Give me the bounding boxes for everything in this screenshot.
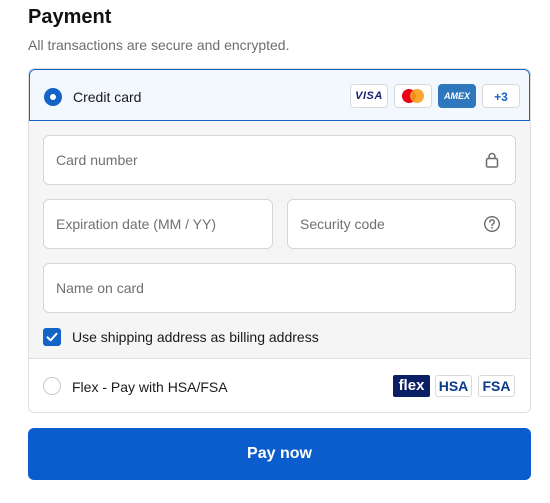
flex-label: Flex - Pay with HSA/FSA [72,379,228,395]
help-circle-icon[interactable] [483,215,501,233]
more-brands-text: +3 [494,90,508,104]
credit-card-form: Use shipping address as billing address [29,121,530,359]
name-on-card-field[interactable] [43,263,516,313]
lock-icon [485,152,499,168]
credit-card-option[interactable]: Credit card VISA AMEX +3 [29,69,530,121]
payment-methods-panel: Credit card VISA AMEX +3 Card number Exp… [28,68,531,413]
page-subtitle: All transactions are secure and encrypte… [28,37,290,53]
expiration-date-field[interactable] [43,199,273,249]
flex-logo-icon: flex [393,375,430,397]
credit-card-radio[interactable] [44,88,62,106]
security-code-field[interactable] [287,199,516,249]
amex-logo-text: AMEX [443,91,470,101]
amex-logo-icon: AMEX [438,84,476,108]
billing-address-label[interactable]: Use shipping address as billing address [72,329,319,345]
billing-address-checkbox[interactable] [43,328,61,346]
page-title: Payment [28,6,112,28]
fsa-badge: FSA [478,375,515,397]
mastercard-orange-circle [410,89,424,103]
name-on-card-input[interactable] [44,264,515,312]
hsa-badge: HSA [435,375,472,397]
expiration-date-input[interactable] [44,200,272,248]
card-number-field[interactable] [43,135,516,185]
flex-hsa-fsa-option[interactable]: Flex - Pay with HSA/FSA flex HSA FSA [29,359,530,412]
card-number-input[interactable] [44,136,515,184]
more-brands-badge[interactable]: +3 [482,84,520,108]
check-icon [46,332,58,342]
flex-radio[interactable] [43,377,61,395]
mastercard-logo-icon [394,84,432,108]
visa-logo-text: VISA [355,90,383,102]
pay-now-button[interactable]: Pay now [28,428,531,480]
security-code-input[interactable] [288,200,515,248]
visa-logo-icon: VISA [350,84,388,108]
credit-card-label: Credit card [73,89,142,105]
